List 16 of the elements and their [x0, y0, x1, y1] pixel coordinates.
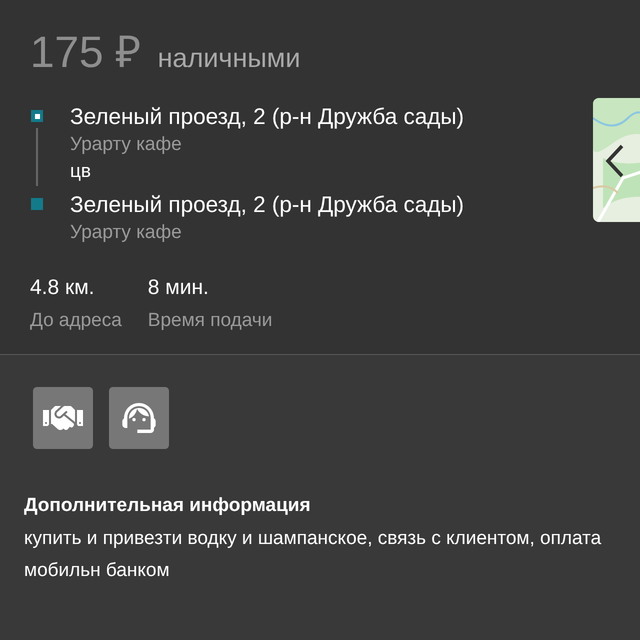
info-text: купить и привезти водку и шампанское, связь с клиентом, оплата мобильн банком — [24, 527, 602, 583]
address-note: цв — [70, 160, 92, 184]
stat-label: Время подачи — [148, 310, 272, 332]
dropoff-marker — [31, 198, 43, 210]
pickup-marker — [31, 110, 43, 122]
address: Зеленый проезд, 2 (р-н Дружба сады) — [70, 191, 464, 219]
place-name: Урарту кафе — [70, 221, 183, 245]
info-title: Дополнительная информация — [24, 495, 312, 517]
payment-method: наличными — [158, 43, 300, 74]
address: Зеленый проезд, 2 (р-н Дружба сады) — [70, 103, 464, 131]
price: 175 ₽ — [30, 27, 142, 79]
stat-value: 4.8 км. — [30, 276, 96, 300]
place-name: Урарту кафе — [70, 133, 183, 157]
stat-value: 8 мин. — [148, 276, 210, 300]
stat-label: До адреса — [30, 310, 122, 332]
chevron-left-icon[interactable] — [604, 143, 626, 179]
